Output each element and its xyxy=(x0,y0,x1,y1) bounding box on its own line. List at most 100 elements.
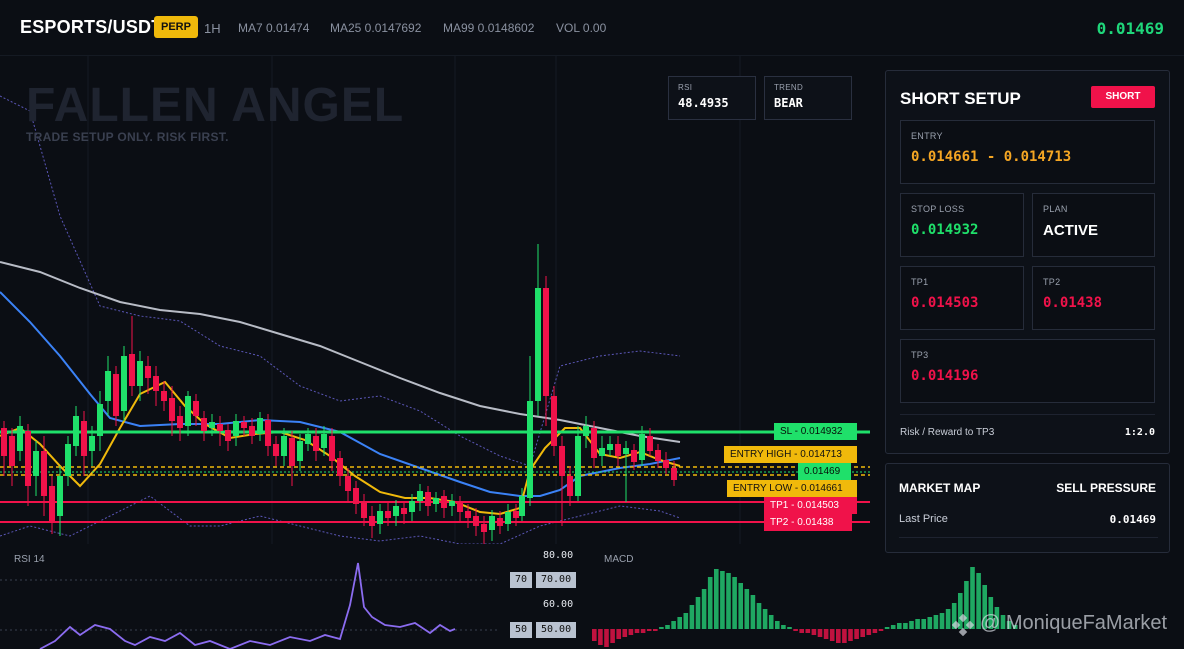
tp1-level-label: TP1 - 0.014503 xyxy=(764,497,857,514)
macd-bar xyxy=(933,615,939,629)
macd-bar xyxy=(823,629,829,639)
candle-body xyxy=(497,518,503,526)
risk-reward-value: 1:2.0 xyxy=(1124,427,1155,438)
rsi-pane-label: RSI 14 xyxy=(14,554,45,565)
rsi-infobox: RSI 48.4935 xyxy=(668,76,756,120)
stop-loss-card: STOP LOSS 0.014932 xyxy=(900,193,1024,257)
candle-body xyxy=(145,366,151,378)
candle-body xyxy=(233,421,239,436)
candle-body xyxy=(655,450,661,461)
candle-body xyxy=(225,430,231,441)
rsi-canvas[interactable] xyxy=(0,545,590,649)
candle-body xyxy=(97,404,103,436)
candle-body xyxy=(377,511,383,524)
watermark-subtitle: TRADE SETUP ONLY. RISK FIRST. xyxy=(26,130,229,144)
macd-bar xyxy=(756,603,762,629)
candle-body xyxy=(449,501,455,506)
macd-bar xyxy=(592,629,597,641)
plan-value: ACTIVE xyxy=(1043,222,1099,239)
macd-bar xyxy=(805,629,811,633)
macd-bar xyxy=(598,629,603,645)
macd-bar xyxy=(610,629,615,643)
rsi-pane[interactable]: RSI 14 80.00 70 70.00 60.00 50 50.00 xyxy=(0,545,590,649)
candle-body xyxy=(185,396,191,426)
rsi-infobox-label: RSI xyxy=(678,83,693,92)
symbol-title[interactable]: ESPORTS/USDT xyxy=(20,17,162,38)
entry-low-level-label: ENTRY LOW - 0.014661 xyxy=(727,480,857,497)
macd-bar xyxy=(744,589,750,629)
candle-body xyxy=(543,288,549,396)
rsi-tick-60: 60.00 xyxy=(543,599,574,610)
candle-body xyxy=(639,434,645,460)
macd-bar xyxy=(866,629,872,635)
candle-body xyxy=(591,428,597,458)
candle-body xyxy=(527,401,533,498)
macd-bar xyxy=(768,615,774,629)
macd-bar xyxy=(915,619,920,629)
perp-badge: PERP xyxy=(154,16,198,38)
market-map-title: MARKET MAP xyxy=(899,481,981,495)
candle-body xyxy=(209,422,215,428)
macd-bar xyxy=(781,625,786,629)
panel-divider xyxy=(900,414,1155,415)
market-map-panel: MARKET MAP SELL PRESSURE Last Price 0.01… xyxy=(885,463,1170,553)
macd-pane-label: MACD xyxy=(604,554,634,565)
macd-bar xyxy=(616,629,621,639)
candle-body xyxy=(505,512,511,524)
candle-body xyxy=(161,391,167,401)
trend-infobox-value: BEAR xyxy=(774,96,803,110)
candle-body xyxy=(433,498,439,504)
last-price: 0.01469 xyxy=(1096,19,1164,38)
candle-body xyxy=(153,376,159,391)
macd-bar xyxy=(848,629,853,641)
candle-body xyxy=(113,374,119,416)
market-map-divider xyxy=(899,537,1158,538)
candle-body xyxy=(17,426,23,451)
candle-body xyxy=(217,424,223,431)
short-badge[interactable]: SHORT xyxy=(1091,86,1155,108)
macd-bar xyxy=(628,629,634,635)
macd-bar xyxy=(860,629,865,637)
risk-reward-label: Risk / Reward to TP3 xyxy=(900,427,995,438)
candle-body xyxy=(121,356,127,411)
rsi-tick-80: 80.00 xyxy=(543,550,574,561)
plan-label: PLAN xyxy=(1043,204,1068,214)
macd-bar xyxy=(738,583,743,629)
candle-body xyxy=(81,421,87,456)
price-chart[interactable]: FALLEN ANGEL TRADE SETUP ONLY. RISK FIRS… xyxy=(0,56,870,544)
candle-body xyxy=(129,354,135,386)
candle-body xyxy=(201,418,207,431)
trend-infobox: TREND BEAR xyxy=(764,76,852,120)
entry-value: 0.014661 - 0.014713 xyxy=(911,149,1072,165)
macd-bar xyxy=(695,597,701,629)
tp2-level-label: TP2 - 0.01438 xyxy=(764,514,852,531)
candle-body xyxy=(551,396,557,446)
macd-bar xyxy=(622,629,628,637)
candle-body xyxy=(481,524,487,532)
macd-bar xyxy=(653,629,658,631)
candle-body xyxy=(345,476,351,491)
candle-body xyxy=(9,436,15,466)
candle-body xyxy=(409,501,415,512)
candle-body xyxy=(489,516,495,530)
macd-bar xyxy=(677,617,682,629)
stop-loss-value: 0.014932 xyxy=(911,222,979,238)
candle-body xyxy=(473,516,479,526)
candle-body xyxy=(289,438,295,466)
timeframe-label[interactable]: 1H xyxy=(204,21,221,36)
tp2-card: TP2 0.01438 xyxy=(1032,266,1155,330)
macd-bar xyxy=(646,629,652,631)
candle-body xyxy=(25,431,31,486)
candle-body xyxy=(575,436,581,496)
ma99-readout: MA99 0.0148602 xyxy=(443,21,535,35)
candle-body xyxy=(559,446,565,476)
tp1-card: TP1 0.014503 xyxy=(900,266,1024,330)
candle-body xyxy=(169,398,175,421)
candle-body xyxy=(33,451,39,476)
macd-bar xyxy=(634,629,640,633)
candle-body xyxy=(177,416,183,428)
candle-body xyxy=(73,416,79,446)
candle-body xyxy=(393,506,399,516)
plan-card: PLAN ACTIVE xyxy=(1032,193,1155,257)
tp1-label: TP1 xyxy=(911,277,929,287)
